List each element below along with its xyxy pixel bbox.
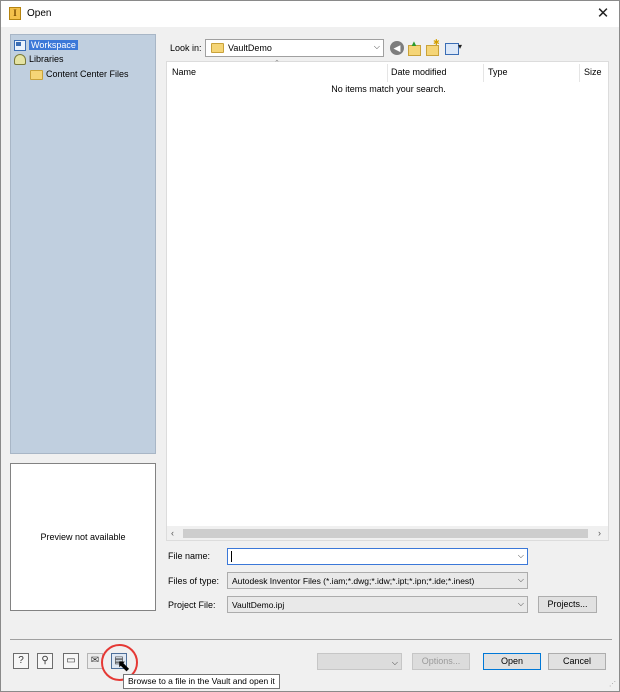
horizontal-scrollbar[interactable]: ‹ › [167,526,608,540]
preview-icon: ▭ [66,655,76,666]
empty-message: No items match your search. [331,84,446,94]
cancel-button[interactable]: Cancel [548,653,606,670]
place-label: Libraries [29,54,64,64]
projects-button[interactable]: Projects... [538,596,597,613]
resize-grip-icon[interactable]: ⋰ [609,680,616,688]
place-workspace[interactable]: Workspace [14,39,78,52]
find-icon: ⚲ [41,655,49,666]
chevron-down-icon: ⌵ [391,658,398,667]
inventor-app-icon: I [9,7,21,20]
window-title: Open [27,8,52,19]
divider [10,639,612,640]
column-date-modified[interactable]: Date modified [391,67,447,77]
file-name-label: File name: [168,551,211,561]
mouse-cursor-icon: ⬉ [117,658,131,675]
column-divider[interactable] [387,64,388,82]
project-file-label: Project File: [168,600,216,610]
libraries-icon [14,54,26,66]
help-icon: ? [18,655,24,666]
up-folder-icon[interactable] [407,39,421,56]
file-name-input[interactable]: ⌵ [227,548,528,565]
chevron-down-icon[interactable]: ⌵ [518,551,524,561]
text-caret [231,551,232,562]
files-of-type-value: Autodesk Inventor Files (*.iam;*.dwg;*.i… [232,576,475,586]
look-in-value: VaultDemo [228,43,272,53]
column-divider[interactable] [483,64,484,82]
disabled-dropdown[interactable]: ⌵ [317,653,402,670]
scroll-right-icon[interactable]: › [598,526,601,540]
place-label: Content Center Files [46,69,129,79]
preview-pane: Preview not available [10,463,156,611]
file-list[interactable]: ⌃ Name Date modified Type Size No items … [166,60,609,541]
project-file-value: VaultDemo.ipj [232,600,285,610]
folder-icon [30,69,43,80]
tooltip: Browse to a file in the Vault and open i… [123,674,280,689]
place-libraries[interactable]: Libraries [14,53,64,66]
back-icon[interactable]: ◀ [390,41,404,55]
help-button[interactable]: ? [13,653,29,669]
view-menu-icon[interactable] [445,41,465,55]
chevron-down-icon: ⌵ [373,42,380,51]
close-icon[interactable]: ✕ [593,4,613,24]
chevron-down-icon: ⌵ [517,575,524,584]
sort-arrow-icon: ⌃ [274,60,280,67]
places-pane: Workspace Libraries Content Center Files [10,34,156,454]
chevron-down-icon: ⌵ [517,599,524,608]
workspace-icon [14,40,26,52]
preview-button[interactable]: ▭ [63,653,79,669]
open-button[interactable]: Open [483,653,541,670]
find-button[interactable]: ⚲ [37,653,53,669]
column-type[interactable]: Type [488,67,508,77]
column-size[interactable]: Size [584,67,602,77]
preview-text: Preview not available [40,532,126,542]
folder-icon [211,43,224,53]
look-in-combo[interactable]: VaultDemo ⌵ [205,39,384,57]
scrollbar-thumb[interactable] [183,529,588,538]
place-content-center-files[interactable]: Content Center Files [30,68,129,81]
column-name[interactable]: Name [172,67,196,77]
look-in-label: Look in: [170,43,202,53]
mail-icon: ✉ [90,655,100,666]
files-of-type-label: Files of type: [168,576,220,586]
scroll-left-icon[interactable]: ‹ [171,526,174,540]
files-of-type-select[interactable]: Autodesk Inventor Files (*.iam;*.dwg;*.i… [227,572,528,589]
project-file-select[interactable]: VaultDemo.ipj ⌵ [227,596,528,613]
new-folder-icon[interactable] [425,38,440,56]
column-divider[interactable] [579,64,580,82]
place-label: Workspace [29,40,78,50]
open-dialog: I Open ✕ Workspace Libraries Content Cen… [0,0,620,692]
options-button[interactable]: Options... [412,653,470,670]
title-bar: I Open ✕ [1,1,619,27]
